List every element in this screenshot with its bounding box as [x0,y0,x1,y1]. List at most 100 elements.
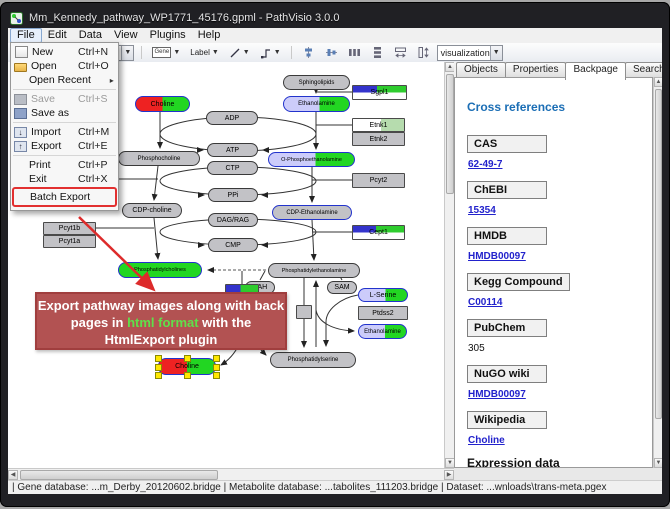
menubar-item-help[interactable]: Help [192,29,227,42]
pathway-node-gene-box[interactable] [296,305,312,319]
pathway-node-atp[interactable]: ATP [207,143,258,157]
chevron-down-icon[interactable]: ▼ [212,49,219,56]
pathway-node-phosphatidylethanolamine[interactable]: Phosphatidylethanolamine [268,263,360,278]
align-middle-button[interactable] [322,44,341,61]
pathway-node-o-phosphoethanolamine[interactable]: O-Phosphoethanolamine [268,152,355,167]
selection-handle[interactable] [155,364,162,371]
menubar-item-edit[interactable]: Edit [42,29,73,42]
scroll-right-icon[interactable]: ▶ [444,470,454,480]
annotation-callout: Export pathway images along with back pa… [35,292,287,350]
toolbar-separator [141,46,142,59]
xref-link[interactable]: Choline [468,435,652,446]
align-center-button[interactable] [299,44,318,61]
selection-handle[interactable] [155,355,162,362]
canvas-vertical-scrollbar[interactable]: ▲ ▼ [444,62,454,468]
chevron-down-icon[interactable]: ▼ [243,49,250,56]
pathway-node-sam[interactable]: SAM [327,281,357,294]
menu-item-shortcut: Ctrl+O [78,60,114,72]
pathway-node-phosphatidylserine[interactable]: Phosphatidylserine [270,352,356,368]
scroll-up-icon[interactable]: ▲ [654,77,662,87]
selection-handle[interactable] [184,355,191,362]
menu-item-print[interactable]: PrintCtrl+P [11,158,118,172]
pathway-node-dag-rag[interactable]: DAG/RAG [208,213,258,227]
pathway-node-cept1[interactable]: Cept1 [352,225,405,240]
xref-section-chebi: ChEBI15354 [467,180,652,216]
selection-handle[interactable] [184,372,191,379]
tab-backpage[interactable]: Backpage [565,62,625,80]
pathway-node-pcyt2[interactable]: Pcyt2 [352,173,405,188]
pathway-node-ppi[interactable]: PPi [208,188,258,202]
pathway-node-sphingolipids[interactable]: Sphingolipids [283,75,350,90]
chevron-down-icon[interactable]: ▼ [274,49,281,56]
pathway-node-pcyt1b[interactable]: Pcyt1b [43,222,96,235]
tab-objects[interactable]: Objects [456,62,506,78]
pathway-node-pcyt1a[interactable]: Pcyt1a [43,235,96,248]
connector-tool-button[interactable]: ▼ [257,45,284,61]
tab-search[interactable]: Search [625,62,662,78]
pathway-node-phosphocholine[interactable]: Phosphocholine [118,151,200,166]
menu-item-save[interactable]: SaveCtrl+S [11,92,118,106]
line-tool-button[interactable]: ▼ [226,45,253,61]
canvas-hscroll-thumb[interactable] [20,470,218,480]
import-icon [14,127,27,138]
chevron-down-icon[interactable]: ▼ [121,46,133,60]
distribute-horizontal-button[interactable] [345,44,364,61]
datanode-button[interactable]: Gene ▼ [149,45,183,60]
pathway-node-phosphatidylcholines[interactable]: Phosphatidylcholines [118,262,202,278]
scroll-down-icon[interactable]: ▼ [654,458,662,468]
chevron-down-icon[interactable]: ▼ [490,46,502,60]
match-height-button[interactable] [414,44,433,61]
pathway-node-label: ATP [226,147,239,154]
menu-item-open-recent[interactable]: Open Recent▸ [11,73,118,87]
canvas-horizontal-scrollbar[interactable]: ◀ ▶ [8,468,454,480]
pathway-node-label: Sgpl1 [371,89,389,96]
canvas-vscroll-thumb[interactable] [446,74,454,194]
pathway-node-ctp[interactable]: CTP [207,161,258,175]
sidebar-vscroll-thumb[interactable] [655,89,662,419]
selection-handle[interactable] [213,355,220,362]
menubar-item-data[interactable]: Data [73,29,108,42]
selection-handle[interactable] [213,364,220,371]
pathway-node-cdp-ethanolamine[interactable]: CDP-Ethanolamine [272,205,352,220]
pathway-node-ethanolamine-top[interactable]: Ethanolamine [283,96,350,112]
chevron-down-icon[interactable]: ▼ [173,49,180,56]
menu-item-save-as[interactable]: Save as [11,106,118,120]
visualization-combobox[interactable]: visualization ▼ [437,45,503,61]
xref-link[interactable]: 15354 [468,205,652,216]
selection-handle[interactable] [213,372,220,379]
pathway-node-ptdss2[interactable]: Ptdss2 [358,306,408,320]
xref-link[interactable]: C00114 [468,297,652,308]
tab-properties[interactable]: Properties [505,62,567,78]
xref-title: Wikipedia [467,411,547,429]
menu-item-import[interactable]: ImportCtrl+M [11,125,118,139]
menubar-item-plugins[interactable]: Plugins [144,29,192,42]
scrollbar-corner [454,468,662,480]
pathway-node-cmp[interactable]: CMP [208,238,258,252]
scroll-left-icon[interactable]: ◀ [8,470,18,480]
match-width-button[interactable] [391,44,410,61]
label-icon: Label [190,48,210,57]
pathway-node-choline-top[interactable]: Choline [135,96,190,112]
pathway-node-label: Ptdss2 [372,310,393,317]
pathway-node-etnk1[interactable]: Etnk1 [352,118,405,132]
pathway-node-cdp-choline[interactable]: CDP-choline [122,203,182,218]
xref-link[interactable]: 62-49-7 [468,159,652,170]
pathway-node-sgpl1[interactable]: Sgpl1 [352,85,407,100]
menubar-item-view[interactable]: View [108,29,144,42]
sidebar-vertical-scrollbar[interactable]: ▲ ▼ [653,77,662,468]
pathway-node-etnk2[interactable]: Etnk2 [352,132,405,146]
pathway-node-adp[interactable]: ADP [206,111,258,125]
pathway-node-l-serine[interactable]: L-Serine [358,288,408,302]
menu-item-exit[interactable]: ExitCtrl+X [11,172,118,186]
menu-item-new[interactable]: NewCtrl+N [11,45,118,59]
xref-link[interactable]: HMDB00097 [468,389,652,400]
menubar-item-file[interactable]: File [10,28,42,43]
menu-item-open[interactable]: OpenCtrl+O [11,59,118,73]
selection-handle[interactable] [155,372,162,379]
distribute-vertical-button[interactable] [368,44,387,61]
label-button[interactable]: Label ▼ [187,46,222,59]
menu-item-batch-export[interactable]: Batch Export [12,187,117,207]
pathway-node-ethanolamine-bottom[interactable]: Ethanolamine [358,324,407,339]
menu-item-export[interactable]: ExportCtrl+E [11,139,118,153]
xref-link[interactable]: HMDB00097 [468,251,652,262]
